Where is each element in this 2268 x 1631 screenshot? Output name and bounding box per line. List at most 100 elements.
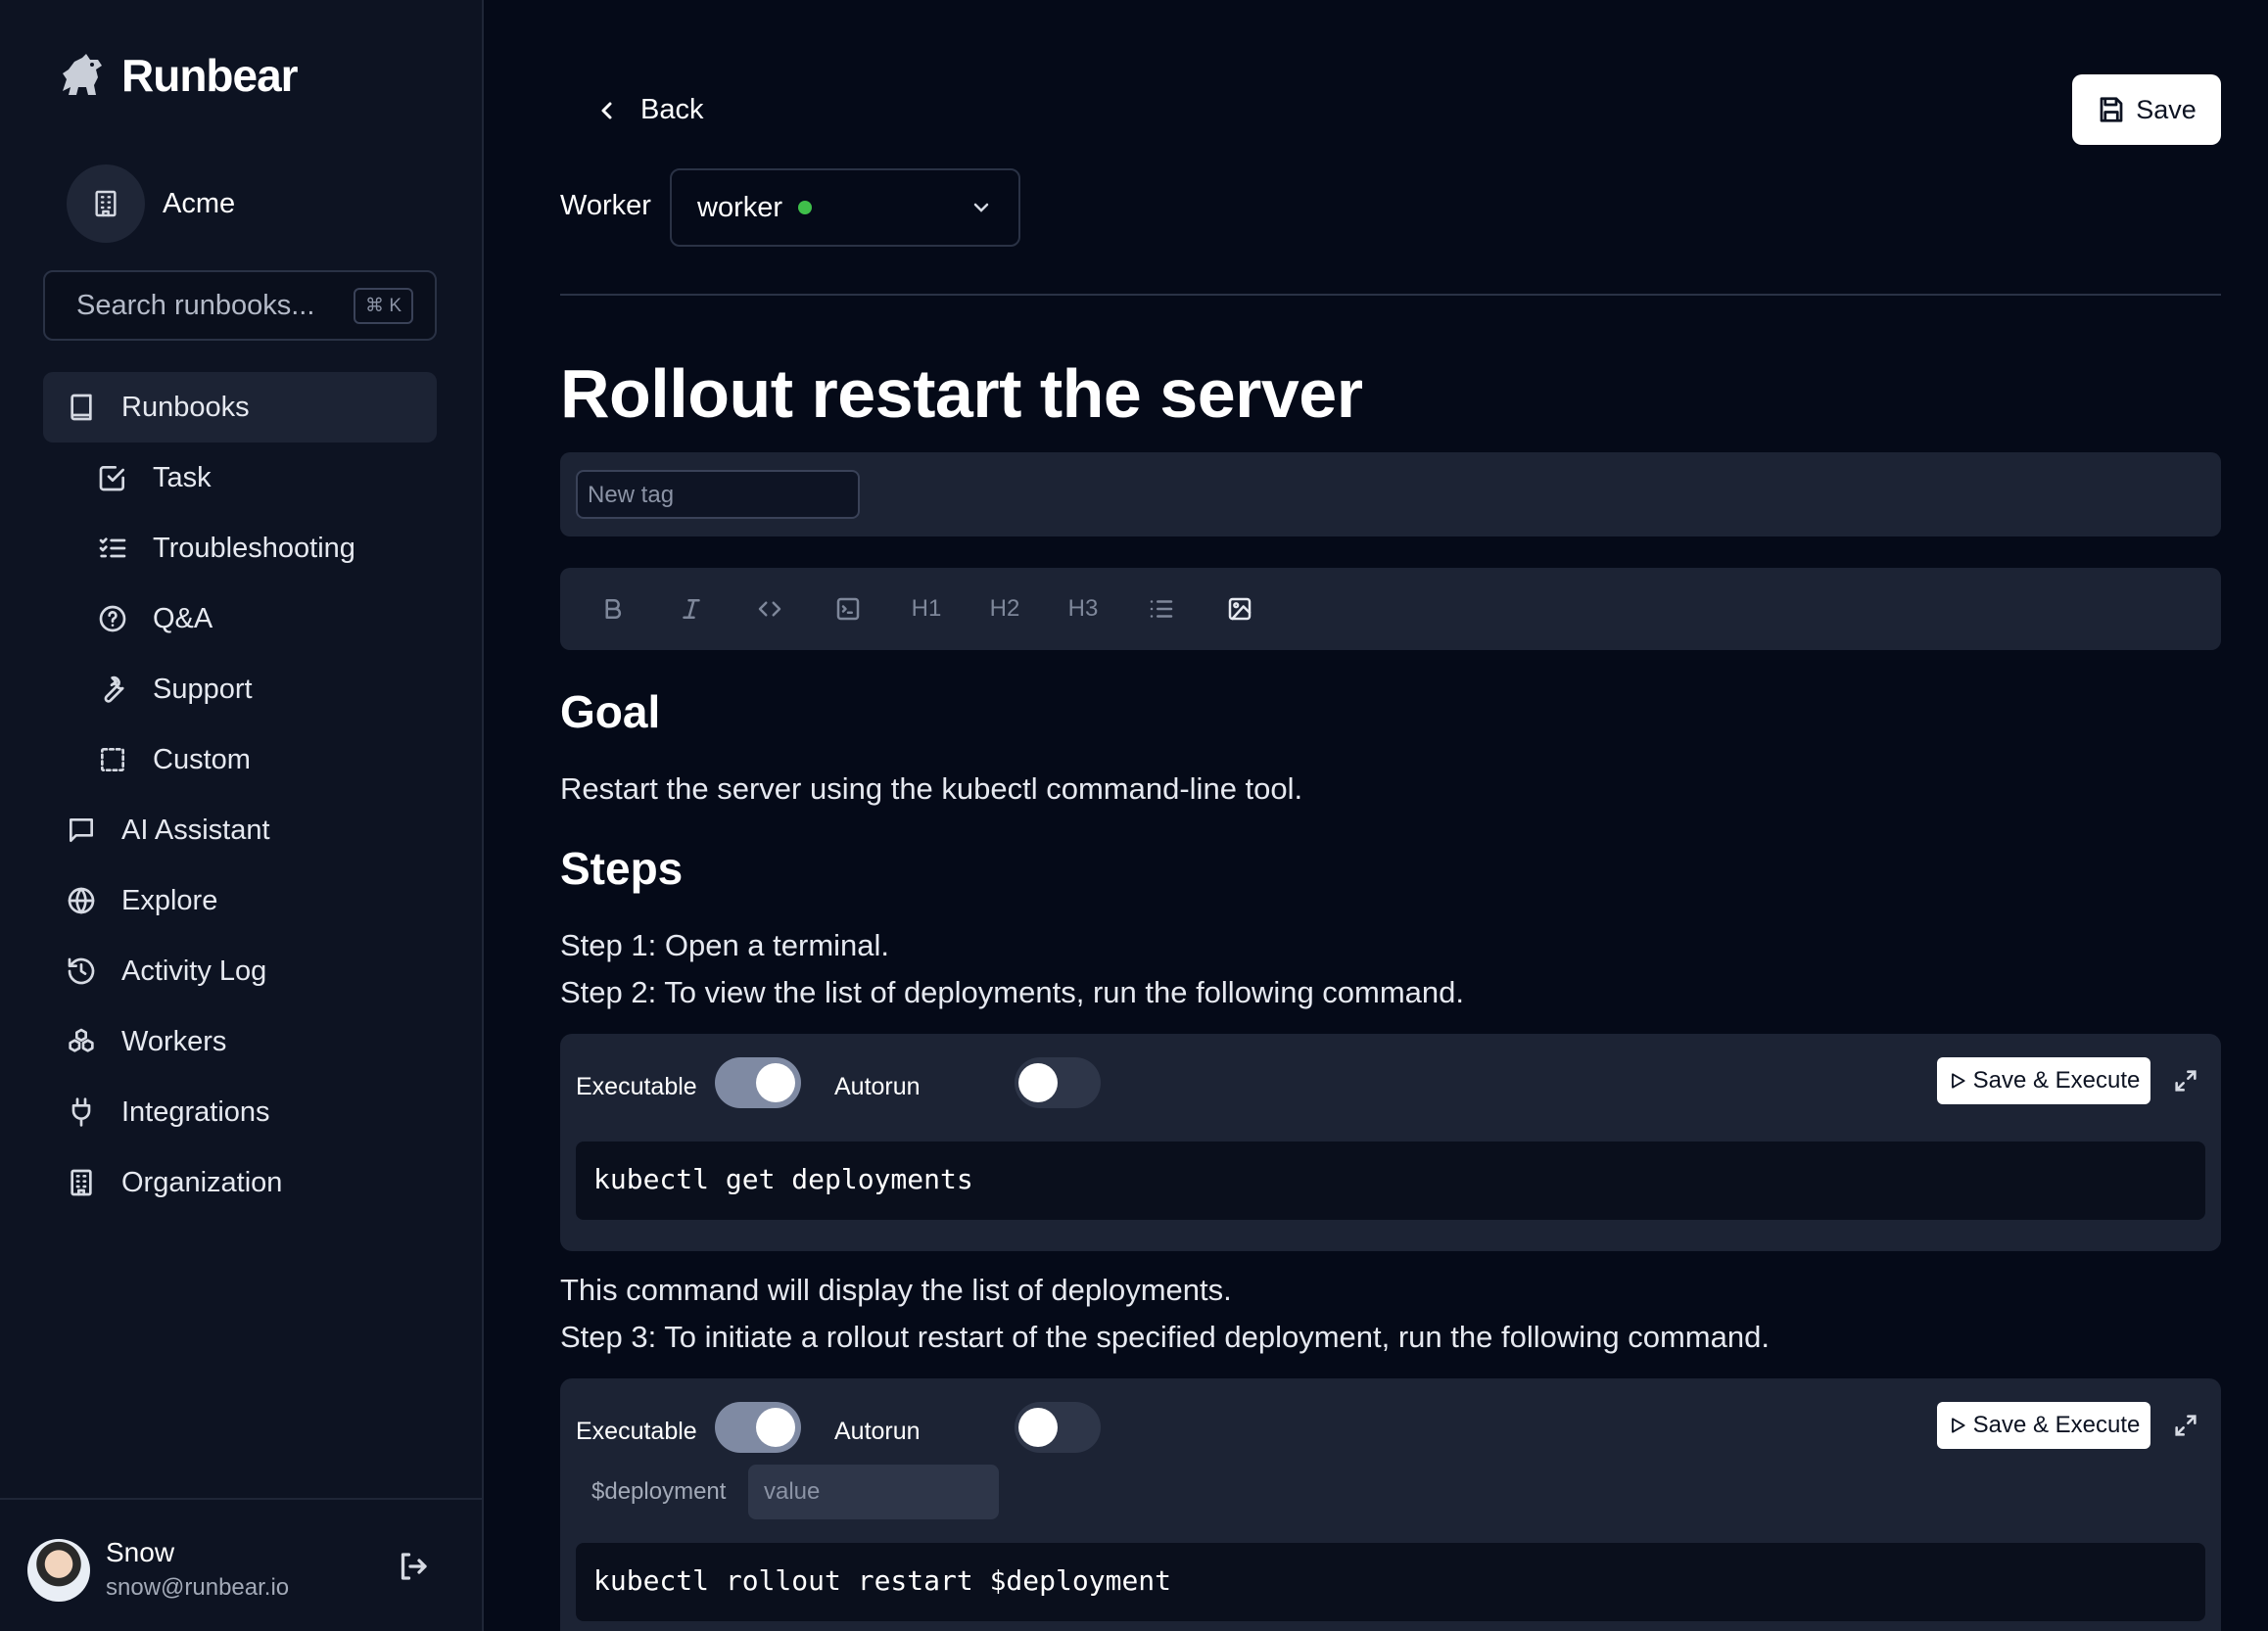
worker-value: worker: [697, 191, 783, 223]
executable-label: Executable: [576, 1073, 697, 1100]
autorun-label: Autorun: [834, 1073, 921, 1100]
keyboard-shortcut-badge: ⌘ K: [354, 287, 413, 324]
play-icon: [1951, 1073, 1965, 1089]
chevron-left-icon: [601, 102, 612, 118]
chat-icon: [65, 814, 98, 847]
code-icon[interactable]: [750, 589, 789, 629]
floppy-disk-icon: [2100, 97, 2123, 122]
executable-toggle[interactable]: [715, 1402, 801, 1453]
sidebar-item-integrations[interactable]: Integrations: [43, 1077, 437, 1147]
step-1-text: Step 1: Open a terminal.: [560, 928, 890, 962]
history-icon: [65, 955, 98, 988]
sidebar-item-custom[interactable]: Custom: [43, 724, 437, 795]
checkbox-icon: [96, 461, 129, 494]
sidebar-item-runbooks[interactable]: Runbooks: [43, 372, 437, 443]
worker-label: Worker: [560, 190, 651, 221]
image-icon[interactable]: [1220, 589, 1259, 629]
heading-1-button[interactable]: H1: [907, 589, 946, 629]
expand-icon[interactable]: [2172, 1067, 2199, 1095]
globe-icon: [65, 884, 98, 917]
heading-3-button[interactable]: H3: [1063, 589, 1103, 629]
back-button[interactable]: Back: [595, 94, 703, 126]
sidebar-item-activity-log[interactable]: Activity Log: [43, 936, 437, 1006]
sidebar-item-label: Organization: [121, 1166, 283, 1198]
sidebar-item-label: AI Assistant: [121, 814, 270, 846]
code-block: Executable Autorun Save & Execute kubect…: [560, 1034, 2221, 1251]
sidebar-item-support[interactable]: Support: [43, 654, 437, 724]
save-execute-label: Save & Execute: [1972, 1067, 2141, 1094]
goal-text: Restart the server using the kubectl com…: [560, 771, 1303, 806]
steps-heading: Steps: [560, 843, 684, 894]
dashed-square-icon: [96, 743, 129, 776]
org-name: Acme: [163, 187, 236, 219]
page-title[interactable]: Rollout restart the server: [560, 354, 1363, 433]
terminal-icon[interactable]: [828, 589, 868, 629]
sidebar-item-label: Custom: [153, 743, 251, 775]
step-3-text: Step 3: To initiate a rollout restart of…: [560, 1320, 1770, 1354]
search-input[interactable]: Search runbooks... ⌘ K: [43, 270, 437, 341]
sidebar-item-explore[interactable]: Explore: [43, 865, 437, 936]
italic-icon[interactable]: [672, 589, 711, 629]
sidebar-item-label: Integrations: [121, 1095, 270, 1128]
new-tag-input[interactable]: New tag: [576, 470, 860, 519]
workers-icon: [65, 1025, 98, 1058]
wrench-icon: [96, 673, 129, 706]
sidebar-item-qa[interactable]: Q&A: [43, 583, 437, 654]
editor-toolbar: H1 H2 H3: [560, 568, 2221, 650]
sidebar-item-workers[interactable]: Workers: [43, 1006, 437, 1077]
worker-select[interactable]: worker: [670, 168, 1020, 247]
sidebar-item-organization[interactable]: Organization: [43, 1147, 437, 1218]
brand[interactable]: Runbear: [57, 49, 299, 102]
bullet-list-icon[interactable]: [1142, 589, 1181, 629]
org-switcher[interactable]: Acme: [67, 164, 235, 243]
help-circle-icon: [96, 602, 129, 635]
logout-icon[interactable]: [396, 1549, 431, 1584]
building-icon: [67, 164, 145, 243]
save-execute-button[interactable]: Save & Execute: [1937, 1402, 2150, 1449]
chevron-down-icon: [973, 203, 989, 212]
sidebar-item-label: Troubleshooting: [153, 532, 355, 564]
sidebar-item-label: Runbooks: [121, 391, 250, 423]
step-2-result-text: This command will display the list of de…: [560, 1273, 1232, 1307]
save-execute-button[interactable]: Save & Execute: [1937, 1057, 2150, 1104]
autorun-toggle[interactable]: [1015, 1057, 1101, 1108]
toggle-knob: [756, 1063, 795, 1102]
tag-bar: New tag: [560, 452, 2221, 536]
bold-icon[interactable]: [593, 589, 633, 629]
autorun-toggle[interactable]: [1015, 1402, 1101, 1453]
toggle-knob: [756, 1408, 795, 1447]
avatar[interactable]: [27, 1539, 90, 1602]
step-2-text: Step 2: To view the list of deployments,…: [560, 975, 1465, 1009]
goal-heading: Goal: [560, 686, 661, 737]
expand-icon[interactable]: [2172, 1412, 2199, 1439]
user-name: Snow: [106, 1537, 175, 1567]
sidebar-item-label: Workers: [121, 1025, 227, 1057]
list-checks-icon: [96, 532, 129, 565]
plug-icon: [65, 1095, 98, 1129]
executable-label: Executable: [576, 1418, 697, 1445]
bear-logo-icon: [63, 54, 102, 95]
brand-name: Runbear: [121, 50, 299, 101]
heading-2-button[interactable]: H2: [985, 589, 1024, 629]
variable-name: $deployment: [591, 1478, 727, 1505]
executable-toggle[interactable]: [715, 1057, 801, 1108]
code-block: Executable Autorun Save & Execute $deplo…: [560, 1378, 2221, 1631]
main-content: Back Save Worker worker Rollout restart …: [486, 0, 2268, 1631]
code-editor[interactable]: kubectl get deployments: [576, 1142, 2205, 1220]
variable-value-input[interactable]: value: [748, 1465, 999, 1519]
search-placeholder: Search runbooks...: [76, 289, 315, 321]
save-button[interactable]: Save: [2072, 74, 2221, 145]
sidebar-item-label: Explore: [121, 884, 218, 916]
sidebar-item-label: Activity Log: [121, 955, 267, 987]
sidebar-item-label: Task: [153, 461, 212, 493]
sidebar-item-ai-assistant[interactable]: AI Assistant: [43, 795, 437, 865]
sidebar-item-task[interactable]: Task: [43, 443, 437, 513]
back-label: Back: [640, 94, 704, 125]
building-icon: [65, 1166, 98, 1199]
save-label: Save: [2136, 94, 2197, 124]
status-dot: [798, 201, 813, 214]
user-email: snow@runbear.io: [106, 1574, 290, 1601]
code-editor[interactable]: kubectl rollout restart $deployment: [576, 1543, 2205, 1621]
sidebar-item-troubleshooting[interactable]: Troubleshooting: [43, 513, 437, 583]
user-panel: Snow snow@runbear.io: [0, 1498, 484, 1631]
